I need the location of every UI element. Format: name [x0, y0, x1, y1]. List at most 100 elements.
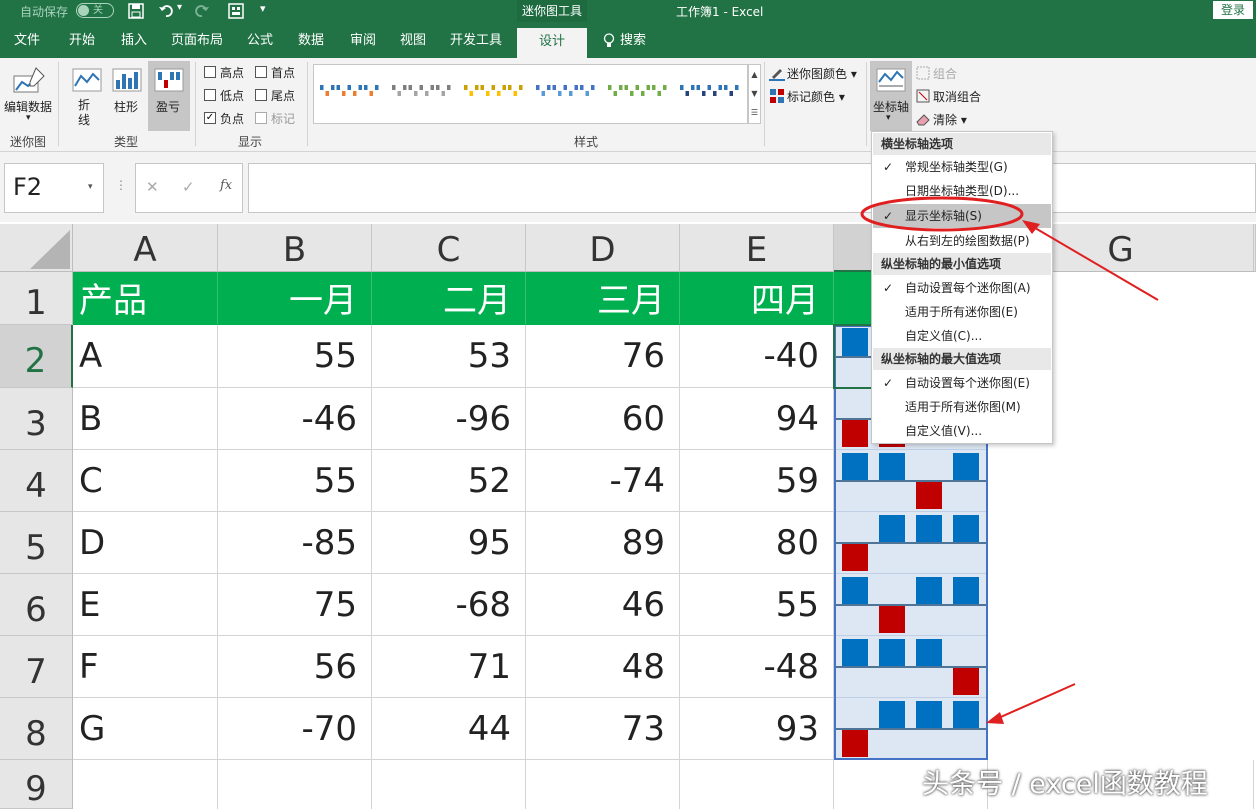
empty-cell[interactable] [680, 760, 834, 809]
row-header-9[interactable]: 9 [0, 760, 73, 809]
tab-design[interactable]: 设计 [517, 28, 587, 58]
enter-icon[interactable]: ✓ [182, 178, 195, 196]
tab-data[interactable]: 数据 [289, 22, 333, 58]
low-point-checkbox[interactable] [204, 89, 216, 101]
value-cell[interactable]: -96 [372, 388, 526, 450]
customize-qat-icon[interactable]: ▾ [260, 2, 266, 15]
value-cell[interactable]: 55 [218, 325, 372, 388]
product-cell[interactable]: F [73, 636, 218, 698]
product-cell[interactable]: D [73, 512, 218, 574]
value-cell[interactable]: -48 [680, 636, 834, 698]
value-cell[interactable]: 73 [526, 698, 680, 760]
value-cell[interactable]: 53 [372, 325, 526, 388]
clear-button[interactable]: 清除 ▾ [933, 111, 967, 128]
gallery-scroll[interactable]: ▲ ▼ ☰ [748, 64, 761, 124]
ungroup-button[interactable]: 取消组合 [933, 88, 981, 105]
row-header-3[interactable]: 3 [0, 388, 73, 450]
first-point-checkbox[interactable] [255, 66, 267, 78]
sparkline-cell[interactable] [834, 636, 988, 698]
value-cell[interactable]: 52 [372, 450, 526, 512]
value-cell[interactable]: 75 [218, 574, 372, 636]
product-cell[interactable]: B [73, 388, 218, 450]
undo-icon[interactable] [158, 3, 174, 19]
value-cell[interactable]: 46 [526, 574, 680, 636]
value-cell[interactable]: 80 [680, 512, 834, 574]
value-cell[interactable]: 71 [372, 636, 526, 698]
row-header-1[interactable]: 1 [0, 272, 73, 325]
menu-item-min-auto[interactable]: ✓ 自动设置每个迷你图(A) [873, 276, 1051, 300]
sparkline-cell[interactable] [834, 512, 988, 574]
menu-item-min-same[interactable]: 适用于所有迷你图(E) [873, 300, 1051, 324]
namebox-dropdown-icon[interactable]: ▾ [88, 182, 93, 192]
menu-item-max-auto[interactable]: ✓ 自动设置每个迷你图(E) [873, 371, 1051, 395]
negative-point-checkbox[interactable]: ✓ [204, 112, 216, 124]
empty-cell[interactable] [526, 760, 680, 809]
tab-home[interactable]: 开始 [60, 22, 104, 58]
tab-search[interactable]: 搜索 [616, 22, 650, 58]
form-icon[interactable] [228, 3, 244, 19]
last-point-checkbox[interactable] [255, 89, 267, 101]
sparkline-cell[interactable] [834, 450, 988, 512]
header-cell[interactable]: 产品 [73, 272, 218, 325]
tab-insert[interactable]: 插入 [112, 22, 156, 58]
value-cell[interactable]: 55 [218, 450, 372, 512]
header-cell[interactable]: 二月 [372, 272, 526, 325]
product-cell[interactable]: E [73, 574, 218, 636]
value-cell[interactable]: 93 [680, 698, 834, 760]
value-cell[interactable]: 59 [680, 450, 834, 512]
tab-review[interactable]: 审阅 [341, 22, 385, 58]
save-icon[interactable] [128, 3, 144, 19]
row-header-8[interactable]: 8 [0, 698, 73, 760]
insert-function-icon[interactable]: fx [220, 178, 232, 193]
style-gallery[interactable] [313, 64, 748, 124]
column-header-e[interactable]: E [680, 224, 834, 272]
value-cell[interactable]: 89 [526, 512, 680, 574]
marker-color-button[interactable]: 标记颜色 ▾ [787, 88, 845, 105]
select-all-corner[interactable] [0, 224, 73, 272]
tab-developer[interactable]: 开发工具 [443, 22, 509, 58]
row-header-2[interactable]: 2 [0, 325, 73, 388]
value-cell[interactable]: 55 [680, 574, 834, 636]
undo-dropdown-icon[interactable]: ▾ [177, 2, 182, 13]
style-swatch[interactable] [392, 79, 454, 109]
tab-view[interactable]: 视图 [391, 22, 435, 58]
header-cell[interactable]: 一月 [218, 272, 372, 325]
type-winloss-button[interactable]: 盈亏 [156, 98, 180, 115]
axis-button[interactable]: 坐标轴 [873, 98, 909, 115]
value-cell[interactable]: -74 [526, 450, 680, 512]
empty-cell[interactable] [218, 760, 372, 809]
cancel-icon[interactable]: ✕ [146, 178, 159, 196]
sparkline-cell[interactable] [834, 698, 988, 760]
high-point-checkbox[interactable] [204, 66, 216, 78]
tab-formulas[interactable]: 公式 [238, 22, 282, 58]
value-cell[interactable]: 44 [372, 698, 526, 760]
type-line-button[interactable]: 折线 [78, 98, 92, 128]
empty-cell[interactable] [73, 760, 218, 809]
row-header-5[interactable]: 5 [0, 512, 73, 574]
sparkline-color-button[interactable]: 迷你图颜色 ▾ [787, 65, 857, 82]
header-cell[interactable]: 四月 [680, 272, 834, 325]
edit-data-dropdown-icon[interactable]: ▾ [26, 113, 31, 123]
empty-cell[interactable] [372, 760, 526, 809]
product-cell[interactable]: A [73, 325, 218, 388]
style-swatch[interactable] [680, 79, 742, 109]
row-header-4[interactable]: 4 [0, 450, 73, 512]
row-header-7[interactable]: 7 [0, 636, 73, 698]
column-header-a[interactable]: A [73, 224, 218, 272]
value-cell[interactable]: -85 [218, 512, 372, 574]
value-cell[interactable]: 56 [218, 636, 372, 698]
header-cell[interactable]: 三月 [526, 272, 680, 325]
column-header-b[interactable]: B [218, 224, 372, 272]
row-header-6[interactable]: 6 [0, 574, 73, 636]
column-header-c[interactable]: C [372, 224, 526, 272]
menu-item-max-same[interactable]: 适用于所有迷你图(M) [873, 395, 1051, 419]
menu-item-date-axis-type[interactable]: 日期坐标轴类型(D)... [873, 179, 1051, 203]
tab-file[interactable]: 文件 [5, 22, 49, 58]
login-button[interactable]: 登录 [1213, 1, 1253, 19]
value-cell[interactable]: 95 [372, 512, 526, 574]
sparkline-cell[interactable] [834, 574, 988, 636]
product-cell[interactable]: C [73, 450, 218, 512]
value-cell[interactable]: 76 [526, 325, 680, 388]
tab-page-layout[interactable]: 页面布局 [165, 22, 229, 58]
formula-input[interactable] [248, 163, 1256, 213]
